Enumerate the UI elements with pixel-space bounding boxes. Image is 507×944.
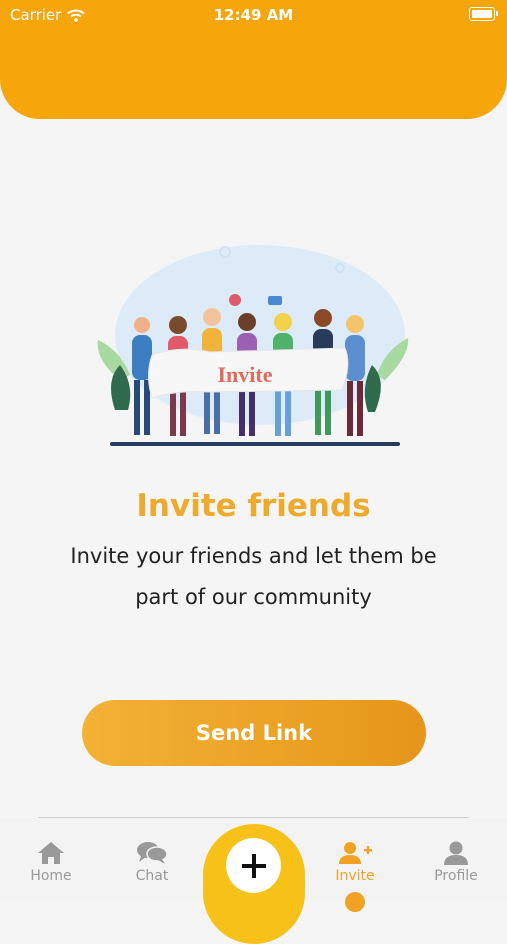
banner-text: Invite [218,362,273,387]
tab-profile-label: Profile [434,868,478,884]
subtitle-line-2: part of our community [135,585,372,609]
subtitle-line-1: Invite your friends and let them be [70,544,437,568]
person-icon [444,841,468,865]
chat-icon [137,842,168,864]
page-subtitle: Invite your friends and let them be part… [40,536,467,618]
tab-chat-label: Chat [135,868,169,884]
tab-profile[interactable]: Profile [416,840,496,884]
home-icon [38,842,64,864]
battery-icon [469,7,498,21]
tab-home[interactable]: Home [11,840,91,884]
active-tab-indicator [345,892,365,912]
status-bar: Carrier 12:49 AM [0,0,507,30]
add-user-icon [339,842,372,864]
tab-invite[interactable]: Invite [315,840,395,884]
status-time: 12:49 AM [213,6,294,24]
invite-illustration: Invite [97,245,409,446]
tab-invite-label: Invite [335,868,375,884]
send-link-button[interactable]: Send Link [82,700,426,766]
plus-icon [241,853,266,878]
tab-home-label: Home [30,868,72,884]
tab-chat[interactable]: Chat [112,840,192,884]
page-title: Invite friends [136,488,371,524]
add-button[interactable] [226,838,281,893]
